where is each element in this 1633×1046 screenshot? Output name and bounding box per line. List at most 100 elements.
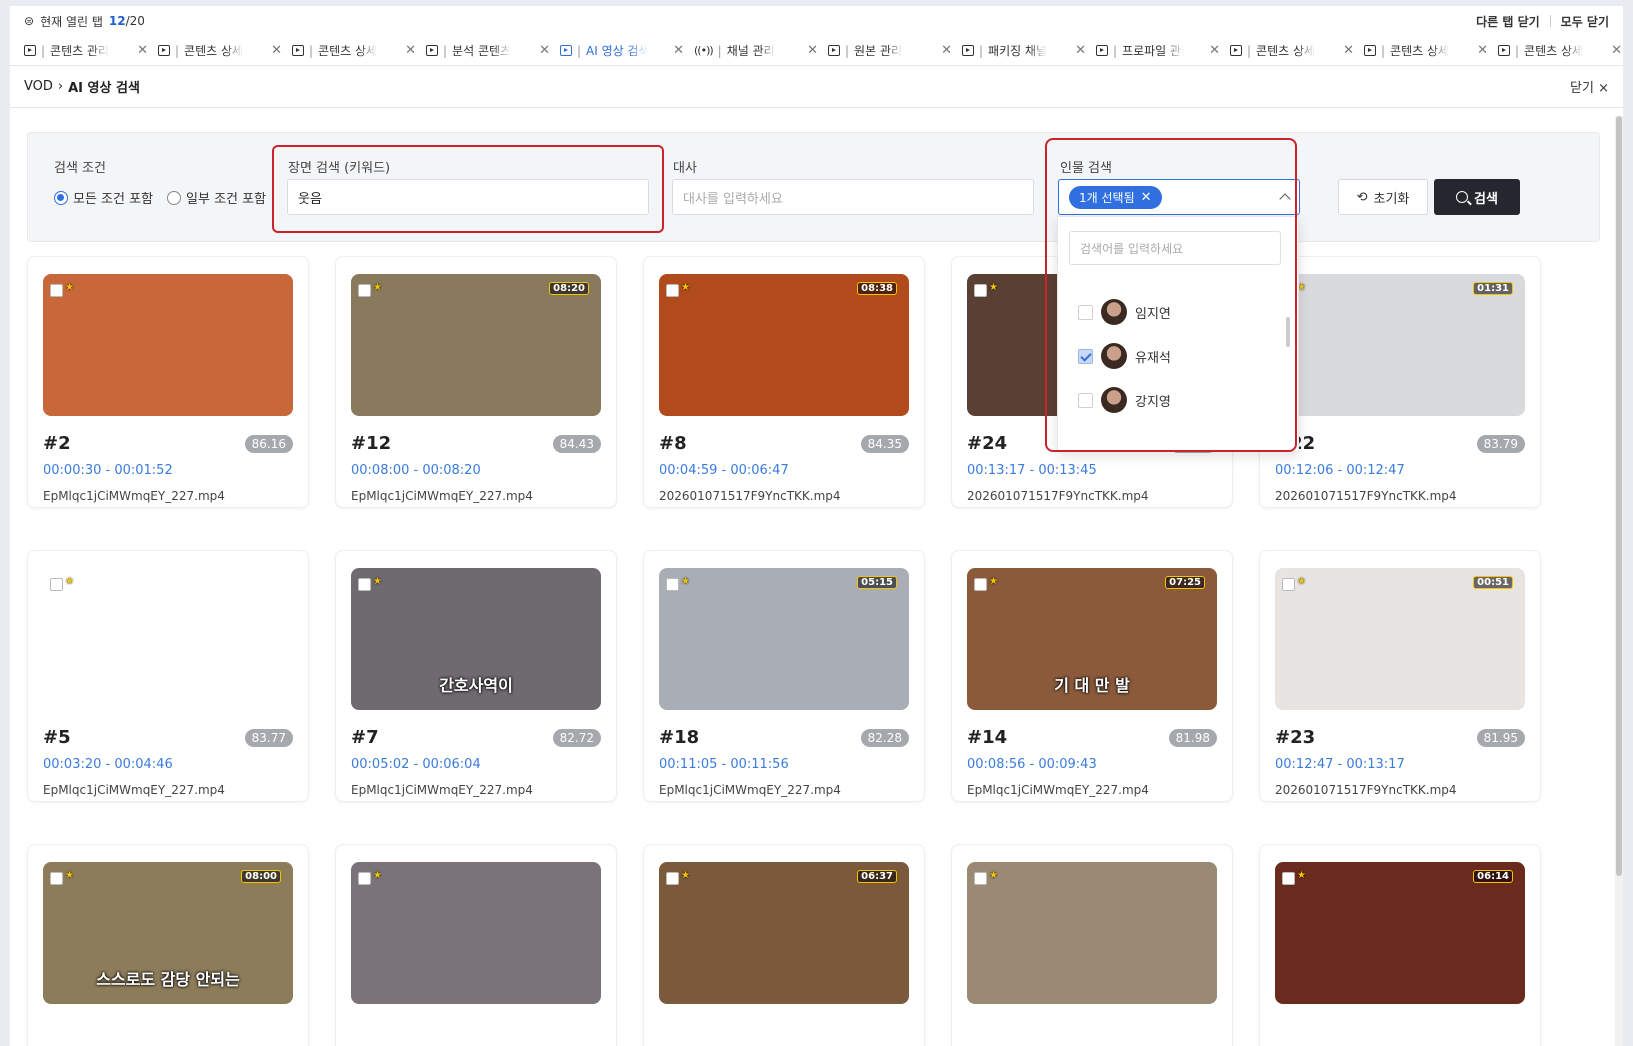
breadcrumb-root[interactable]: VOD (24, 79, 53, 94)
close-icon[interactable]: ✕ (673, 43, 684, 58)
close-icon[interactable]: ✕ (539, 43, 550, 58)
video-thumbnail[interactable]: ★ 06:14 (1275, 862, 1525, 1004)
video-thumbnail[interactable]: ★ (43, 568, 293, 710)
result-card[interactable]: ★ 06:37 (643, 844, 925, 1046)
tab-item[interactable]: | 콘텐츠 상세 ✕ (292, 42, 426, 59)
select-checkbox[interactable] (358, 578, 371, 591)
close-icon[interactable]: ✕ (941, 43, 952, 58)
video-thumbnail[interactable]: ★ 06:37 (659, 862, 909, 1004)
tab-item[interactable]: | 프로파일 관리 ✕ (1096, 42, 1230, 59)
tab-item[interactable]: | 패키징 채널 ✕ (962, 42, 1096, 59)
video-thumbnail[interactable]: ★ 05:15 (659, 568, 909, 710)
select-checkbox[interactable] (974, 872, 987, 885)
tab-item[interactable]: | AI 영상 검색 ✕ (560, 42, 694, 59)
person-option[interactable]: 유재석 (1078, 343, 1171, 369)
video-thumbnail[interactable]: ★ 08:20 (351, 274, 601, 416)
select-checkbox[interactable] (50, 284, 63, 297)
tab-item[interactable]: | 원본 관리 ✕ (828, 42, 962, 59)
close-icon[interactable]: ✕ (1209, 43, 1220, 58)
select-checkbox[interactable] (974, 578, 987, 591)
checkbox[interactable] (1078, 304, 1093, 320)
dropdown-scrollbar[interactable] (1286, 317, 1290, 347)
close-icon[interactable]: ✕ (1343, 43, 1354, 58)
close-icon[interactable]: ✕ (271, 43, 282, 58)
result-card[interactable]: ★ 08:38 #8 84.35 00:04:59 - 00:06:47 20260107… (643, 256, 925, 508)
time-range[interactable]: 00:08:56 - 00:09:43 (967, 757, 1097, 772)
time-range[interactable]: 00:08:00 - 00:08:20 (351, 463, 481, 478)
video-thumbnail[interactable]: ★ 07:25 기 대 만 발 (967, 568, 1217, 710)
video-thumbnail[interactable]: ★ (351, 862, 601, 1004)
person-option[interactable]: 임지연 (1078, 299, 1171, 325)
video-thumbnail[interactable]: ★ (967, 862, 1217, 1004)
close-page-button[interactable]: 닫기 × (1570, 77, 1609, 96)
time-range[interactable]: 00:13:17 - 00:13:45 (967, 463, 1097, 478)
select-checkbox[interactable] (666, 284, 679, 297)
close-icon[interactable]: ✕ (1611, 43, 1622, 58)
video-thumbnail[interactable]: ★ 08:38 (659, 274, 909, 416)
result-card[interactable]: ★ 06:14 (1259, 844, 1541, 1046)
result-card[interactable]: ★ 00:51 #23 81.95 00:12:47 - 00:13:17 2026010… (1259, 550, 1541, 802)
result-card[interactable]: ★ 간호사역이 #7 82.72 00:05:02 - 00:06:04 EpMlqc1j… (335, 550, 617, 802)
select-checkbox[interactable] (1282, 872, 1295, 885)
close-icon[interactable]: ✕ (1477, 43, 1488, 58)
video-thumbnail[interactable]: ★ 01:31 (1275, 274, 1525, 416)
chip-close-icon[interactable]: ✕ (1141, 190, 1152, 205)
radio-dot-selected[interactable] (54, 190, 68, 205)
close-icon[interactable]: ✕ (807, 43, 818, 58)
page-scrollbar[interactable] (1615, 116, 1623, 1046)
tab-item[interactable]: ((•)) | 채널 관리 ✕ (694, 42, 828, 59)
time-range[interactable]: 00:12:47 - 00:13:17 (1275, 757, 1405, 772)
tab-item[interactable]: | 분석 콘텐츠 ✕ (426, 42, 560, 59)
chevron-up-icon[interactable] (1279, 193, 1291, 205)
tab-item[interactable]: | 콘텐츠 상세 ✕ (1230, 42, 1364, 59)
result-card[interactable]: ★ (951, 844, 1233, 1046)
page-scrollbar-thumb[interactable] (1616, 116, 1622, 876)
video-thumbnail[interactable]: ★ 08:00 스스로도 감당 안되는 (43, 862, 293, 1004)
radio-all-conditions[interactable]: 모든 조건 포함 (54, 188, 153, 207)
time-range[interactable]: 00:03:20 - 00:04:46 (43, 757, 173, 772)
tab-item[interactable]: | 콘텐츠 상세 ✕ (1364, 42, 1498, 59)
video-thumbnail[interactable]: ★ 간호사역이 (351, 568, 601, 710)
result-card[interactable]: ★ #2 86.16 00:00:30 - 00:01:52 EpMlqc1jCiMWm… (27, 256, 309, 508)
time-range[interactable]: 00:00:30 - 00:01:52 (43, 463, 173, 478)
time-range[interactable]: 00:05:02 - 00:06:04 (351, 757, 481, 772)
select-checkbox[interactable] (666, 872, 679, 885)
result-card[interactable]: ★ (335, 844, 617, 1046)
select-checkbox[interactable] (50, 872, 63, 885)
reset-button[interactable]: ⟲ 초기화 (1338, 179, 1428, 215)
select-checkbox[interactable] (974, 284, 987, 297)
close-other-tabs-button[interactable]: 다른 탭 닫기 (1476, 13, 1540, 30)
close-icon[interactable]: ✕ (137, 43, 148, 58)
radio-some-conditions[interactable]: 일부 조건 포함 (167, 188, 266, 207)
person-dropdown-search[interactable]: 검색어를 입력하세요 (1069, 231, 1281, 265)
select-checkbox[interactable] (358, 284, 371, 297)
time-range[interactable]: 00:11:05 - 00:11:56 (659, 757, 789, 772)
radio-dot[interactable] (167, 190, 182, 205)
result-card[interactable]: ★01:31#2283.7900:12:06 - 00:12:472026010… (1259, 256, 1541, 508)
video-thumbnail[interactable]: ★ 00:51 (1275, 568, 1525, 710)
person-select[interactable]: 1개 선택됨 ✕ (1058, 179, 1300, 215)
result-card[interactable]: ★ 05:15 #18 82.28 00:11:05 - 00:11:56 EpMlqc1… (643, 550, 925, 802)
tab-item[interactable]: | 콘텐츠 상세 ✕ (1498, 42, 1623, 59)
dialog-input[interactable]: 대사를 입력하세요 (672, 179, 1034, 215)
time-range[interactable]: 00:12:06 - 00:12:47 (1275, 463, 1405, 478)
result-card[interactable]: ★ 08:00 스스로도 감당 안되는 (27, 844, 309, 1046)
search-button[interactable]: 검색 (1434, 179, 1520, 215)
tab-item[interactable]: | 콘텐츠 상세 ✕ (158, 42, 292, 59)
close-icon[interactable]: ✕ (405, 43, 416, 58)
select-checkbox[interactable] (1282, 578, 1295, 591)
checkbox[interactable] (1078, 392, 1093, 408)
checkbox[interactable] (1078, 348, 1093, 364)
result-card[interactable]: ★ #5 83.77 00:03:20 - 00:04:46 EpMlqc1jCiMWm… (27, 550, 309, 802)
select-checkbox[interactable] (666, 578, 679, 591)
close-icon[interactable]: ✕ (1075, 43, 1086, 58)
tab-item[interactable]: | 콘텐츠 관리 ✕ (24, 42, 158, 59)
video-thumbnail[interactable]: ★ (43, 274, 293, 416)
select-checkbox[interactable] (50, 578, 63, 591)
time-range[interactable]: 00:04:59 - 00:06:47 (659, 463, 789, 478)
person-option[interactable]: 강지영 (1078, 387, 1171, 413)
result-card[interactable]: ★ 08:20 #12 84.43 00:08:00 - 00:08:20 EpMlqc1… (335, 256, 617, 508)
close-all-tabs-button[interactable]: 모두 닫기 (1561, 13, 1609, 30)
select-checkbox[interactable] (358, 872, 371, 885)
result-card[interactable]: ★ 07:25 기 대 만 발 #14 81.98 00:08:56 - 00:09:43… (951, 550, 1233, 802)
